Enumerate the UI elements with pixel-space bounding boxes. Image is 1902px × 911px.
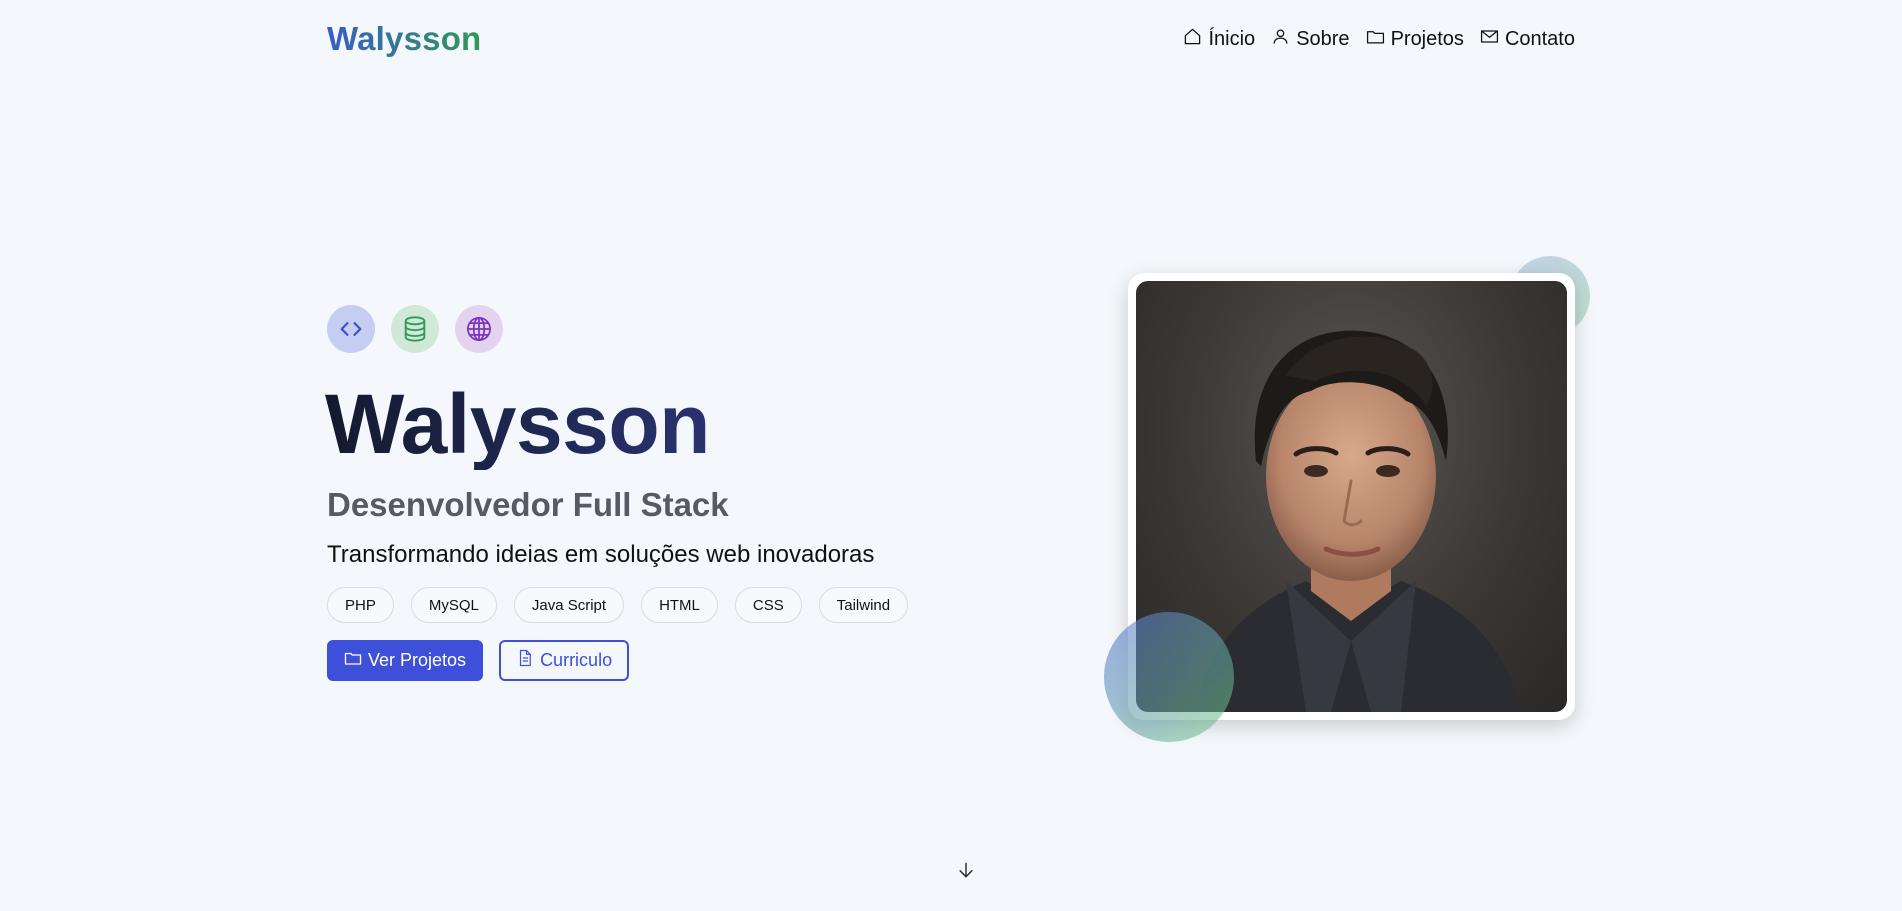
decorative-bubble (1104, 612, 1234, 742)
folder-icon (344, 649, 362, 672)
folder-icon (1366, 27, 1385, 52)
ver-projetos-label: Ver Projetos (368, 650, 467, 670)
nav-item-contato[interactable]: Contato (1480, 27, 1575, 52)
mail-icon (1480, 27, 1499, 52)
user-icon (1271, 27, 1290, 52)
tech-tag: Tailwind (818, 587, 909, 623)
nav-item-label: Projetos (1390, 28, 1464, 50)
curriculo-label: Curriculo (540, 650, 613, 670)
hero-buttons: Ver Projetos Curriculo (327, 640, 630, 681)
hero-tagline: Transformando ideias em soluções web ino… (327, 541, 875, 568)
code-icon (327, 305, 375, 353)
nav-item-sobre[interactable]: Sobre (1271, 27, 1350, 52)
nav-item-label: Sobre (1296, 28, 1350, 50)
tech-tag: CSS (734, 587, 802, 623)
database-icon (391, 305, 439, 353)
nav-item-label: Ínicio (1208, 28, 1256, 50)
curriculo-button[interactable]: Curriculo (499, 640, 630, 681)
tech-tag: HTML (641, 587, 718, 623)
hero-name: Walysson (325, 377, 711, 471)
tech-tag: Java Script (513, 587, 625, 623)
tech-tags: PHP MySQL Java Script HTML CSS Tailwind (327, 587, 909, 623)
scroll-down-icon[interactable] (956, 860, 976, 880)
nav-item-projetos[interactable]: Projetos (1366, 27, 1464, 52)
ver-projetos-button[interactable]: Ver Projetos (327, 640, 484, 681)
globe-icon (455, 305, 503, 353)
tech-tag: MySQL (410, 587, 497, 623)
home-icon (1183, 27, 1202, 52)
navbar: Walysson Ínicio Sobre Projetos Contato (0, 0, 1902, 80)
tech-tag: PHP (327, 587, 394, 623)
site-logo[interactable]: Walysson (327, 20, 481, 58)
nav-item-label: Contato (1504, 28, 1575, 50)
nav-item-inicio[interactable]: Ínicio (1183, 27, 1255, 52)
hero-role: Desenvolvedor Full Stack (327, 486, 729, 523)
hero-icons (327, 305, 503, 353)
document-icon (516, 649, 534, 672)
nav-links: Ínicio Sobre Projetos Contato (1183, 27, 1575, 52)
